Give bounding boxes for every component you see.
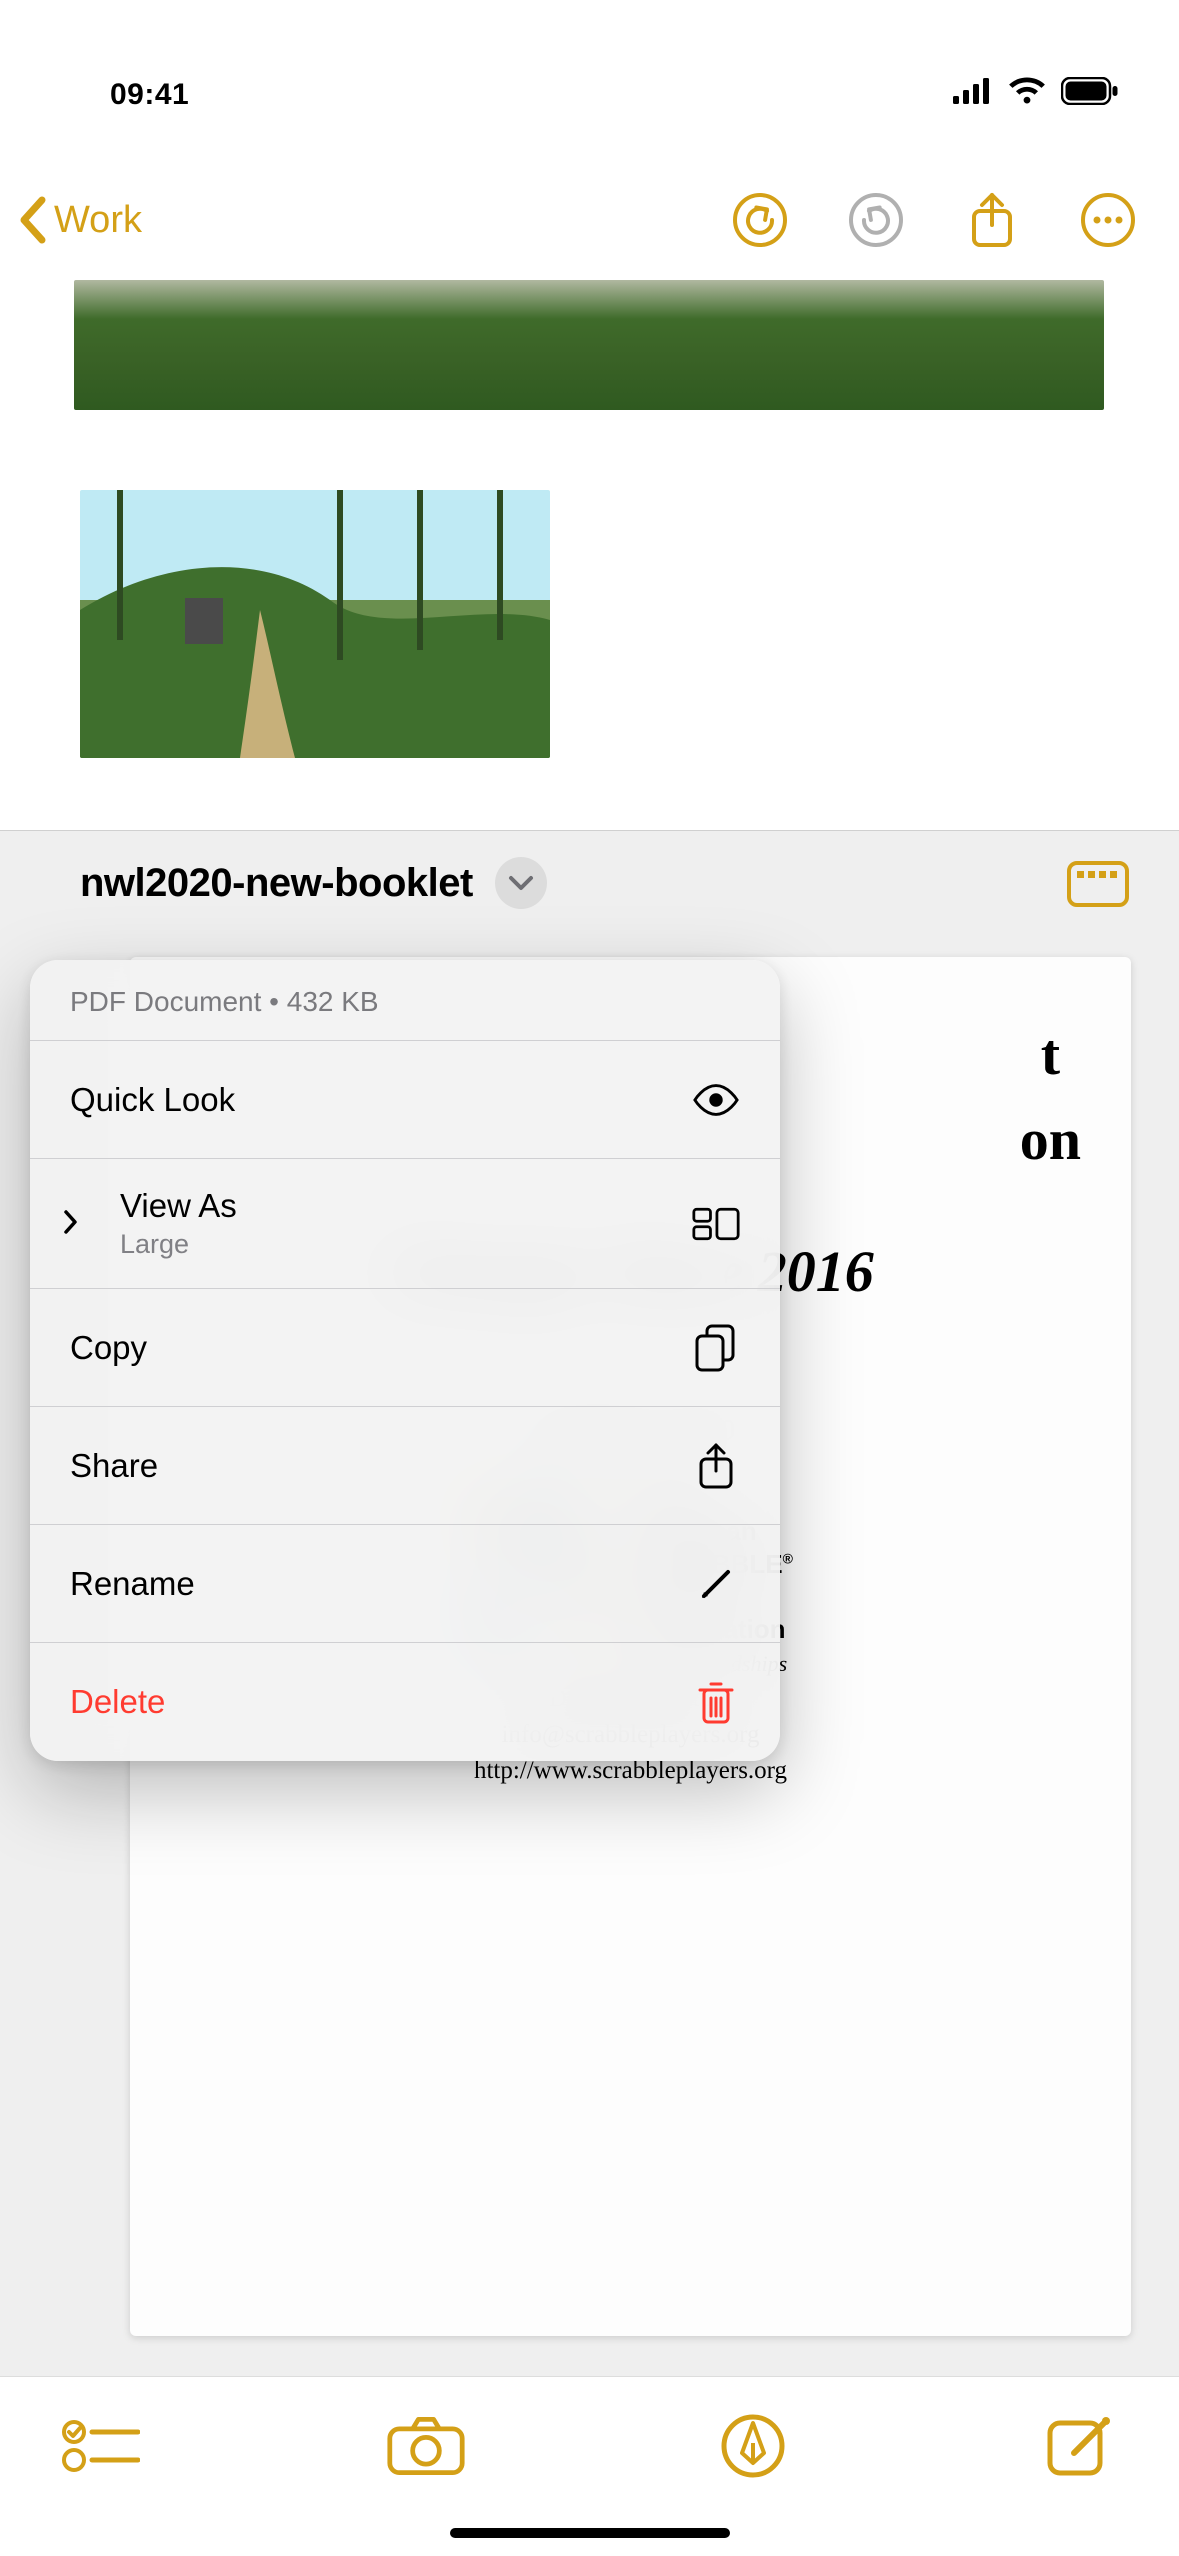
- share-up-icon: [968, 191, 1016, 249]
- attachment-filename: nwl2020-new-booklet: [80, 861, 473, 906]
- menu-delete-label: Delete: [70, 1683, 165, 1721]
- layout-icon: [692, 1200, 740, 1248]
- menu-view-as[interactable]: View As Large: [30, 1159, 780, 1289]
- wifi-icon: [1007, 77, 1047, 113]
- menu-quick-look[interactable]: Quick Look: [30, 1041, 780, 1159]
- chevron-down-icon: [508, 875, 534, 891]
- undo-icon: [732, 192, 788, 248]
- battery-icon: [1061, 77, 1119, 113]
- nav-actions: [729, 189, 1139, 251]
- camera-button[interactable]: [386, 2411, 466, 2481]
- ellipsis-circle-icon: [1080, 192, 1136, 248]
- pdf-url: http://www.scrabbleplayers.org: [474, 1757, 787, 1785]
- menu-copy-label: Copy: [70, 1329, 147, 1367]
- status-indicators: [953, 77, 1119, 113]
- compose-button[interactable]: [1039, 2411, 1119, 2481]
- trash-icon: [692, 1678, 740, 1726]
- pdf-heading-frag-2: on: [1020, 1102, 1081, 1177]
- share-button[interactable]: [961, 189, 1023, 251]
- menu-meta: PDF Document • 432 KB: [30, 960, 780, 1041]
- menu-share[interactable]: Share: [30, 1407, 780, 1525]
- status-time: 09:41: [110, 78, 189, 112]
- menu-rename-label: Rename: [70, 1565, 195, 1603]
- inline-image-large[interactable]: [74, 280, 1104, 410]
- inline-image-thumb[interactable]: [80, 490, 550, 758]
- home-indicator[interactable]: [450, 2528, 730, 2538]
- redo-button[interactable]: [845, 189, 907, 251]
- status-bar: 09:41: [0, 0, 1179, 160]
- keyboard-accessory-button[interactable]: [1067, 861, 1129, 907]
- attachment-context-menu: PDF Document • 432 KB Quick Look View As…: [30, 960, 780, 1761]
- markup-button[interactable]: [713, 2411, 793, 2481]
- cellular-icon: [953, 78, 993, 112]
- menu-share-label: Share: [70, 1447, 158, 1485]
- pencil-icon: [692, 1560, 740, 1608]
- menu-delete[interactable]: Delete: [30, 1643, 780, 1761]
- navigation-bar: Work: [0, 160, 1179, 280]
- attachment-header: nwl2020-new-booklet: [0, 831, 1179, 935]
- eye-icon: [692, 1076, 740, 1124]
- pen-tip-circle-icon: [720, 2413, 786, 2479]
- back-label: Work: [54, 199, 142, 242]
- camera-icon: [386, 2414, 466, 2478]
- compose-icon: [1044, 2411, 1114, 2481]
- menu-quick-look-label: Quick Look: [70, 1081, 235, 1119]
- menu-copy[interactable]: Copy: [30, 1289, 780, 1407]
- pdf-heading-frag-1: t: [1020, 1017, 1081, 1092]
- chevron-right-icon: [62, 1205, 78, 1243]
- share-icon: [692, 1442, 740, 1490]
- bottom-toolbar: [0, 2376, 1179, 2556]
- undo-button[interactable]: [729, 189, 791, 251]
- redo-icon: [848, 192, 904, 248]
- copy-icon: [692, 1324, 740, 1372]
- keyboard-icon: [1067, 861, 1129, 907]
- more-button[interactable]: [1077, 189, 1139, 251]
- back-button[interactable]: Work: [18, 196, 142, 244]
- chevron-left-icon: [18, 196, 48, 244]
- menu-view-as-label: View As: [120, 1187, 237, 1224]
- attachment-menu-toggle[interactable]: [495, 857, 547, 909]
- checklist-icon: [60, 2418, 140, 2474]
- menu-rename[interactable]: Rename: [30, 1525, 780, 1643]
- menu-view-as-value: Large: [120, 1229, 237, 1260]
- checklist-button[interactable]: [60, 2411, 140, 2481]
